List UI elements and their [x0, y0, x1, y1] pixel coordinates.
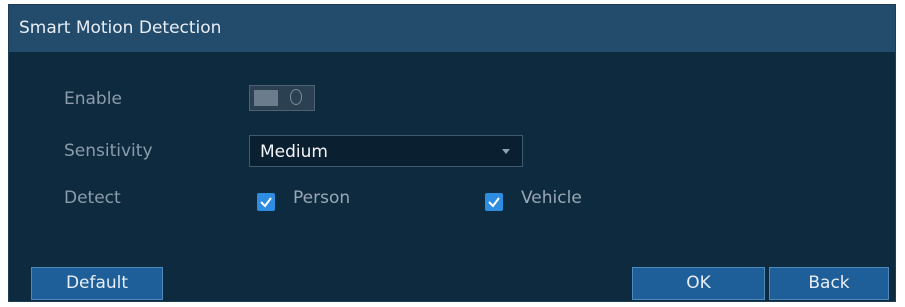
vehicle-label: Vehicle	[521, 188, 582, 208]
sensitivity-select[interactable]: Medium	[249, 135, 523, 167]
ok-button[interactable]: OK	[632, 267, 765, 300]
dialog-title: Smart Motion Detection	[19, 18, 222, 38]
checkmark-icon	[488, 197, 500, 208]
checkmark-icon	[260, 197, 272, 208]
sensitivity-value: Medium	[260, 142, 328, 162]
vehicle-checkbox[interactable]	[485, 193, 503, 211]
toggle-knob	[254, 90, 278, 106]
enable-label: Enable	[64, 89, 122, 109]
toggle-off-icon	[290, 89, 302, 105]
dropdown-caret-icon	[502, 149, 510, 154]
person-label: Person	[293, 188, 351, 208]
person-checkbox[interactable]	[257, 193, 275, 211]
detect-label: Detect	[64, 188, 121, 208]
sensitivity-label: Sensitivity	[64, 141, 153, 161]
smart-motion-detection-dialog: Smart Motion Detection Enable Sensitivit…	[8, 4, 896, 302]
back-button[interactable]: Back	[769, 267, 889, 300]
dialog-titlebar: Smart Motion Detection	[9, 5, 895, 52]
enable-toggle[interactable]	[249, 85, 315, 111]
default-button[interactable]: Default	[31, 267, 163, 300]
